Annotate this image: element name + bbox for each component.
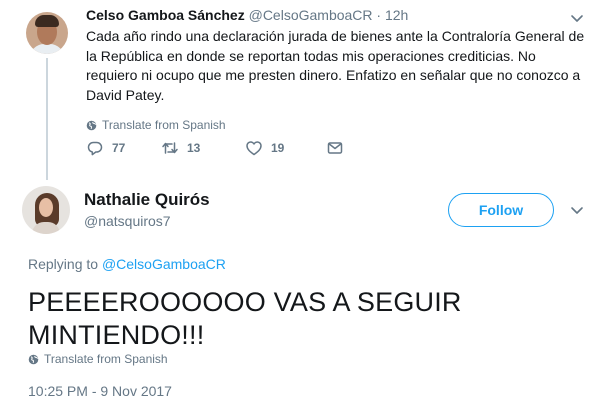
translate-label: Translate from Spanish [44, 352, 168, 366]
author-handle[interactable]: @natsquiros7 [84, 213, 171, 229]
replying-to: Replying to @CelsoGamboaCR [28, 256, 226, 272]
globe-icon [28, 354, 39, 364]
chevron-down-icon[interactable] [569, 202, 585, 218]
globe-icon [86, 120, 97, 130]
translate-link[interactable]: Translate from Spanish [28, 352, 168, 366]
like-button[interactable]: 19 [245, 139, 284, 157]
tweet-header: Celso Gamboa Sánchez @CelsoGamboaCR · 12… [86, 7, 408, 23]
like-icon [246, 141, 262, 156]
author-handle[interactable]: @CelsoGamboaCR [249, 7, 373, 23]
translate-label: Translate from Spanish [102, 118, 226, 132]
thread-connector-line [46, 58, 48, 180]
author-name[interactable]: Celso Gamboa Sánchez [86, 7, 245, 23]
direct-message-button[interactable] [326, 139, 352, 157]
retweet-count: 13 [187, 141, 201, 155]
tweet-text: Cada año rindo una declaración jurada de… [86, 28, 585, 103]
replying-prefix: Replying to [28, 256, 99, 272]
reply-count: 77 [112, 141, 126, 155]
reply-icon [87, 141, 103, 156]
replying-to-link[interactable]: @CelsoGamboaCR [102, 256, 226, 272]
direct-message-icon [327, 142, 343, 154]
chevron-down-icon[interactable] [569, 10, 585, 26]
author-name[interactable]: Nathalie Quirós [84, 190, 210, 210]
reply-button[interactable]: 77 [86, 139, 125, 157]
retweet-icon [162, 142, 178, 154]
translate-link[interactable]: Translate from Spanish [86, 118, 226, 132]
tweet-timestamp[interactable]: 10:25 PM - 9 Nov 2017 [28, 383, 172, 399]
retweet-button[interactable]: 13 [161, 139, 200, 157]
like-count: 19 [271, 141, 285, 155]
avatar[interactable] [22, 186, 70, 234]
tweet-time[interactable]: 12h [385, 7, 408, 23]
tweet-text: PEEEEROOOOOO VAS A SEGUIR MINTIENDO!!! [28, 287, 462, 350]
follow-button[interactable]: Follow [448, 193, 554, 227]
separator-dot: · [376, 7, 382, 23]
avatar[interactable] [26, 12, 68, 54]
